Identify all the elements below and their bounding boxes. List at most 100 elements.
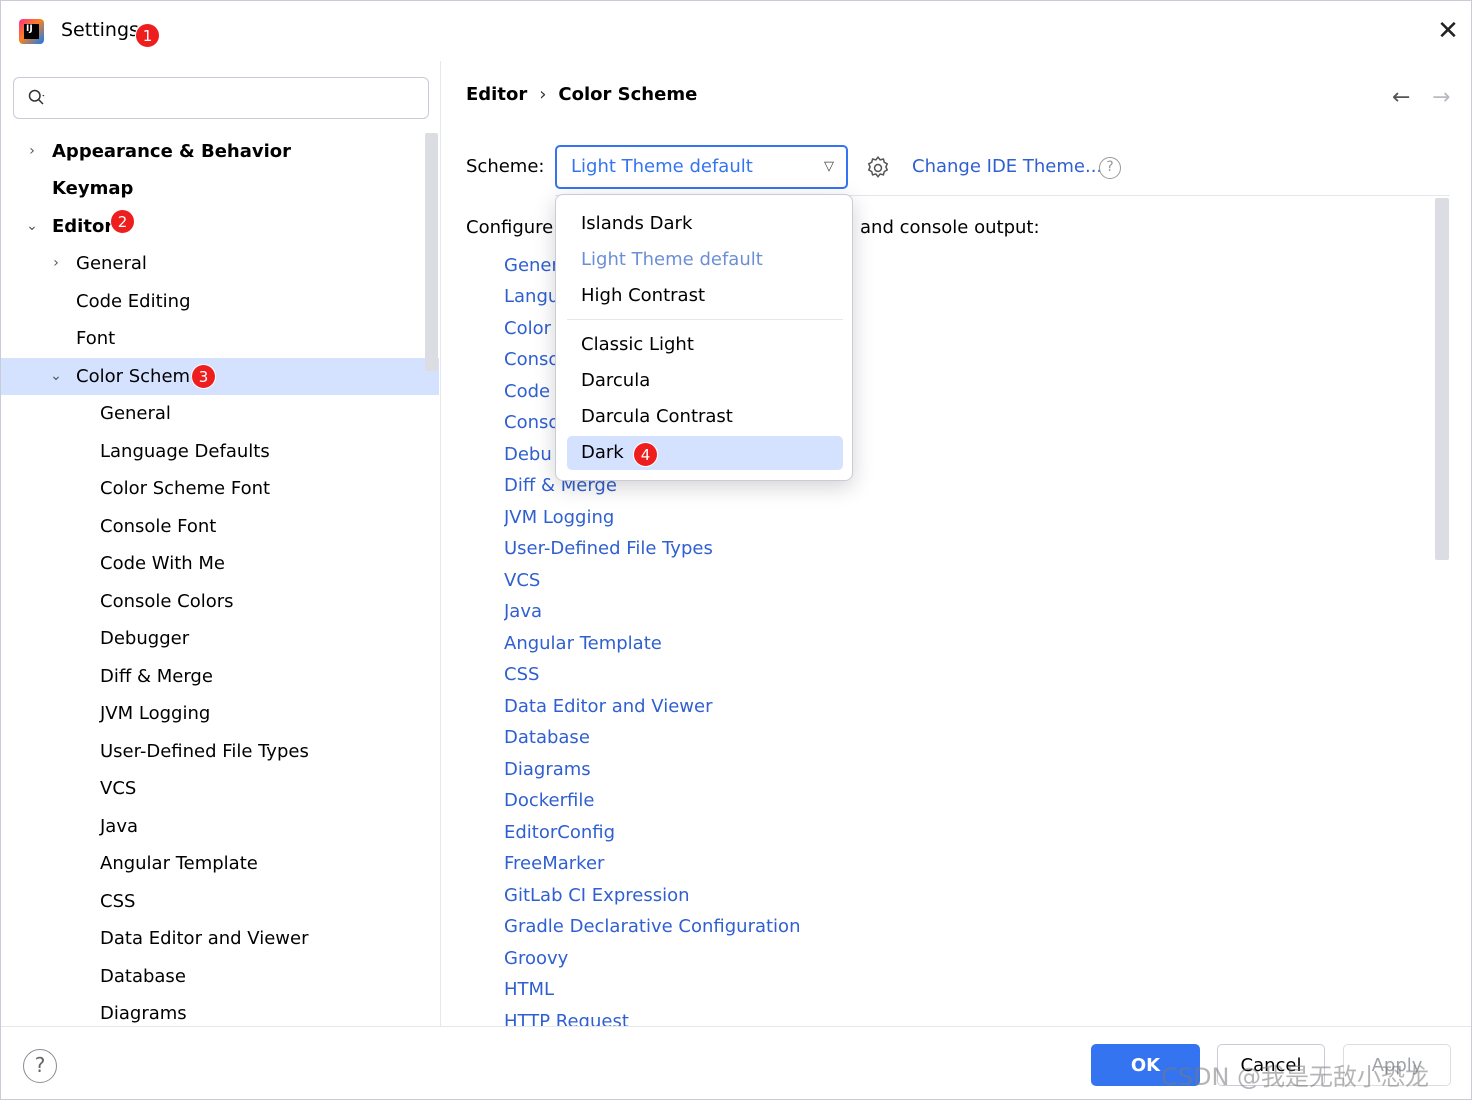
tree-item-label: Keymap: [52, 178, 134, 199]
link-java[interactable]: Java: [504, 597, 542, 627]
back-arrow-icon[interactable]: ←: [1392, 85, 1410, 110]
tree-item-css[interactable]: CSS: [1, 883, 439, 920]
tree-item-java[interactable]: Java: [1, 808, 439, 845]
help-icon[interactable]: ?: [23, 1049, 57, 1083]
tree-item-user-defined-file-types[interactable]: User-Defined File Types: [1, 733, 439, 770]
scheme-option-islands-dark[interactable]: Islands Dark: [567, 207, 843, 241]
tree-item-data-editor[interactable]: Data Editor and Viewer: [1, 920, 439, 957]
link-code-with-me[interactable]: Code: [504, 377, 550, 407]
chevron-down-icon[interactable]: ⌄: [49, 358, 63, 395]
tree-item-label: JVM Logging: [100, 703, 211, 724]
tree-item-label: Code Editing: [76, 291, 191, 312]
tree-item-label: Color Scheme Font: [100, 478, 271, 499]
ok-button[interactable]: OK: [1091, 1044, 1200, 1086]
change-ide-theme-link[interactable]: Change IDE Theme...: [912, 156, 1102, 177]
cancel-button[interactable]: Cancel: [1217, 1044, 1325, 1086]
tree-item-cs-general[interactable]: General: [1, 395, 439, 432]
tree-item-jvm-logging[interactable]: JVM Logging: [1, 695, 439, 732]
link-general[interactable]: Gener: [504, 251, 559, 281]
link-groovy[interactable]: Groovy: [504, 944, 568, 974]
tree-item-angular-template[interactable]: Angular Template: [1, 845, 439, 882]
search-input[interactable]: [62, 84, 412, 112]
link-gitlab-ci[interactable]: GitLab CI Expression: [504, 881, 690, 911]
scheme-option-darcula-contrast[interactable]: Darcula Contrast: [567, 400, 843, 434]
settings-window: IJ Settings 1 ✕ › Appearance & Behavior …: [0, 0, 1472, 1100]
link-debugger[interactable]: Debu: [504, 440, 552, 470]
tree-item-console-colors[interactable]: Console Colors: [1, 583, 439, 620]
link-http-request[interactable]: HTTP Request: [504, 1007, 629, 1026]
tree-item-label: User-Defined File Types: [100, 741, 309, 762]
window-title: Settings: [61, 19, 139, 41]
tree-item-color-scheme-font[interactable]: Color Scheme Font: [1, 470, 439, 507]
link-user-defined-file-types[interactable]: User-Defined File Types: [504, 534, 713, 564]
tree-item-label: Diagrams: [100, 1003, 187, 1024]
link-diagrams[interactable]: Diagrams: [504, 755, 591, 785]
tree-item-label: Editor: [52, 216, 114, 237]
help-icon[interactable]: ?: [1099, 157, 1121, 179]
tree-item-keymap[interactable]: Keymap: [1, 170, 439, 207]
tree-item-database[interactable]: Database: [1, 958, 439, 995]
tree-item-font[interactable]: Font: [1, 320, 439, 357]
forward-arrow-icon[interactable]: →: [1432, 85, 1450, 110]
tree-item-label: Code With Me: [100, 553, 225, 574]
link-angular-template[interactable]: Angular Template: [504, 629, 662, 659]
tree-item-console-font[interactable]: Console Font: [1, 508, 439, 545]
link-css[interactable]: CSS: [504, 660, 539, 690]
close-icon[interactable]: ✕: [1433, 17, 1463, 47]
search-box[interactable]: [13, 77, 429, 119]
tree-item-label: Language Defaults: [100, 441, 270, 462]
scheme-option-dark[interactable]: Dark: [567, 436, 843, 470]
tree-item-code-with-me[interactable]: Code With Me: [1, 545, 439, 582]
scheme-option-light-theme-default[interactable]: Light Theme default: [567, 243, 843, 277]
settings-tree: › Appearance & Behavior Keymap ⌄ Editor …: [1, 133, 441, 1026]
breadcrumb-parent[interactable]: Editor: [466, 84, 527, 105]
breadcrumb: Editor › Color Scheme: [466, 84, 697, 105]
tree-item-appearance[interactable]: › Appearance & Behavior: [1, 133, 439, 170]
scheme-option-high-contrast[interactable]: High Contrast: [567, 279, 843, 313]
tree-item-diff-merge[interactable]: Diff & Merge: [1, 658, 439, 695]
tree-item-label: Angular Template: [100, 853, 258, 874]
link-console-colors[interactable]: Conso: [504, 408, 559, 438]
link-freemarker[interactable]: FreeMarker: [504, 849, 604, 879]
scheme-select[interactable]: Light Theme default ▽: [555, 145, 848, 189]
settings-tree-panel: › Appearance & Behavior Keymap ⌄ Editor …: [1, 61, 441, 1026]
link-language-defaults[interactable]: Langu: [504, 282, 559, 312]
tree-item-label: Database: [100, 966, 186, 987]
configure-text: Configure: [466, 217, 554, 238]
link-jvm-logging[interactable]: JVM Logging: [504, 503, 614, 533]
content-scrollbar[interactable]: [1435, 198, 1449, 560]
annotation-badge-3: 3: [191, 364, 216, 389]
tree-item-code-editing[interactable]: Code Editing: [1, 283, 439, 320]
chevron-right-icon[interactable]: ›: [49, 245, 63, 282]
tree-scrollbar[interactable]: [425, 133, 438, 371]
configure-text-suffix: and console output:: [860, 217, 1040, 238]
link-database[interactable]: Database: [504, 723, 590, 753]
chevron-right-icon[interactable]: ›: [25, 133, 39, 170]
gear-icon[interactable]: [865, 155, 891, 181]
tree-item-general[interactable]: › General: [1, 245, 439, 282]
chevron-down-icon[interactable]: ⌄: [25, 208, 39, 245]
tree-item-label: Debugger: [100, 628, 190, 649]
scheme-option-classic-light[interactable]: Classic Light: [567, 328, 843, 362]
tree-item-language-defaults[interactable]: Language Defaults: [1, 433, 439, 470]
annotation-badge-2: 2: [110, 209, 135, 234]
chevron-down-icon: ▽: [824, 159, 834, 174]
breadcrumb-current: Color Scheme: [558, 84, 698, 105]
link-editorconfig[interactable]: EditorConfig: [504, 818, 615, 848]
link-html[interactable]: HTML: [504, 975, 554, 1005]
link-color-scheme-font[interactable]: Color: [504, 314, 551, 344]
link-dockerfile[interactable]: Dockerfile: [504, 786, 594, 816]
annotation-badge-1: 1: [135, 23, 160, 48]
link-gradle-declarative[interactable]: Gradle Declarative Configuration: [504, 912, 800, 942]
tree-item-color-scheme[interactable]: ⌄ Color Scheme: [1, 358, 439, 395]
tree-item-editor[interactable]: ⌄ Editor: [1, 208, 439, 245]
link-vcs[interactable]: VCS: [504, 566, 540, 596]
tree-item-vcs[interactable]: VCS: [1, 770, 439, 807]
apply-button[interactable]: Apply: [1343, 1044, 1451, 1086]
scheme-option-darcula[interactable]: Darcula: [567, 364, 843, 398]
tree-item-debugger[interactable]: Debugger: [1, 620, 439, 657]
link-console-font[interactable]: Conso: [504, 345, 559, 375]
tree-item-diagrams[interactable]: Diagrams: [1, 995, 439, 1026]
link-data-editor[interactable]: Data Editor and Viewer: [504, 692, 712, 722]
tree-item-label: Appearance & Behavior: [52, 141, 292, 162]
